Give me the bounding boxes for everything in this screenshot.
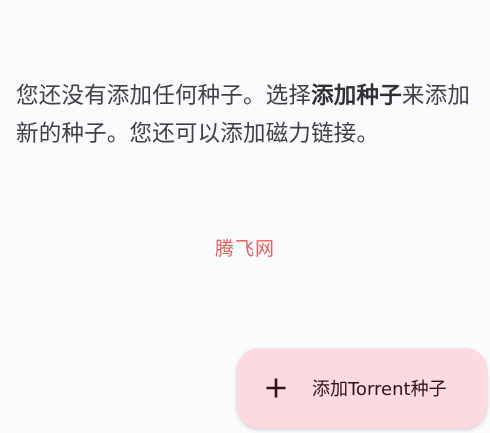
add-torrent-label: 添加Torrent种子 xyxy=(312,379,447,400)
plus-icon xyxy=(264,376,288,400)
empty-state-message: 您还没有添加任何种子。选择添加种子来添加新的种子。您还可以添加磁力链接。 xyxy=(16,77,486,153)
watermark-text: 腾飞网 xyxy=(215,238,276,260)
empty-state-bold-action: 添加种子 xyxy=(311,82,402,109)
empty-state-text-before: 您还没有添加任何种子。选择 xyxy=(16,82,312,109)
torrent-list-screen: 您还没有添加任何种子。选择添加种子来添加新的种子。您还可以添加磁力链接。 腾飞网… xyxy=(0,0,490,433)
add-torrent-button[interactable]: 添加Torrent种子 xyxy=(237,348,487,428)
